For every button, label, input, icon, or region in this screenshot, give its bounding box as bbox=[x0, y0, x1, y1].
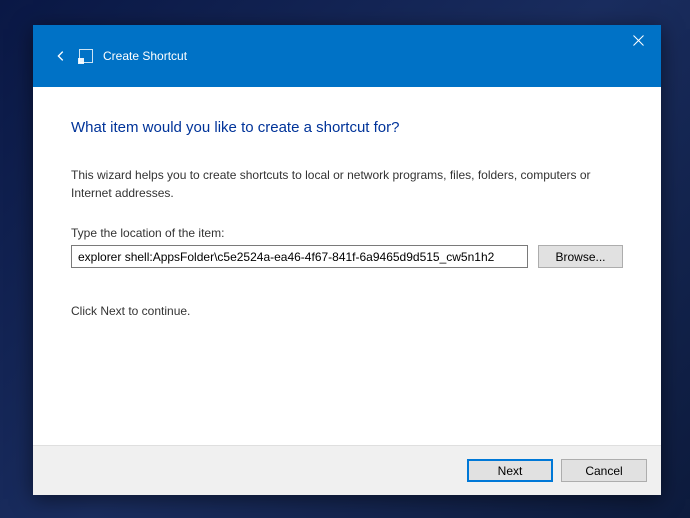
continue-instruction: Click Next to continue. bbox=[71, 304, 623, 318]
dialog-titlebar: Create Shortcut bbox=[33, 25, 661, 87]
wizard-heading: What item would you like to create a sho… bbox=[71, 119, 623, 136]
close-button[interactable] bbox=[616, 25, 661, 55]
next-button[interactable]: Next bbox=[467, 459, 553, 482]
browse-button[interactable]: Browse... bbox=[538, 245, 623, 268]
dialog-footer: Next Cancel bbox=[33, 445, 661, 495]
close-icon bbox=[633, 35, 644, 46]
wizard-description: This wizard helps you to create shortcut… bbox=[71, 166, 623, 202]
create-shortcut-dialog: Create Shortcut What item would you like… bbox=[33, 25, 661, 495]
location-label: Type the location of the item: bbox=[71, 226, 623, 240]
shortcut-icon bbox=[79, 49, 93, 63]
dialog-content: What item would you like to create a sho… bbox=[33, 87, 661, 445]
location-input[interactable] bbox=[71, 245, 528, 268]
dialog-title: Create Shortcut bbox=[103, 49, 187, 63]
cancel-button[interactable]: Cancel bbox=[561, 459, 647, 482]
back-arrow-icon[interactable] bbox=[53, 48, 69, 64]
location-row: Browse... bbox=[71, 245, 623, 268]
